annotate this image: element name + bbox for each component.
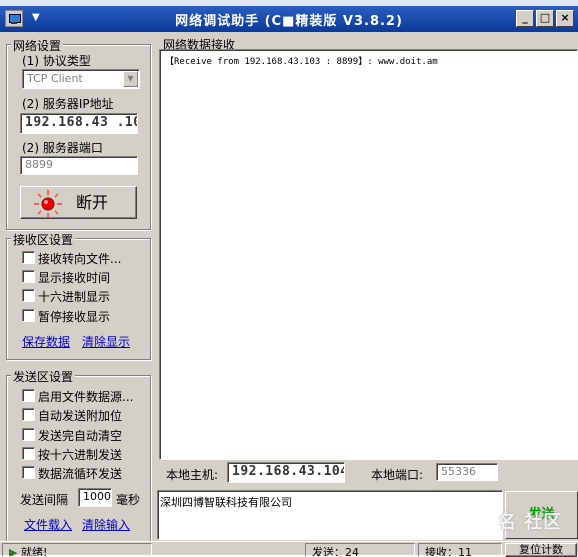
show-receive-time-checkbox[interactable] xyxy=(22,270,35,283)
local-host-field: 192.168.43.104 xyxy=(227,462,345,483)
maximize-button[interactable]: □ xyxy=(536,10,554,27)
receive-to-file-label: 接收转向文件... xyxy=(38,252,122,266)
server-ip-label: (2) 服务器IP地址 xyxy=(22,97,114,111)
auto-clear-label: 发送完自动清空 xyxy=(38,429,123,443)
show-receive-time-label: 显示接收时间 xyxy=(38,271,111,285)
title-bar[interactable]: ▼ 网络调试助手 (C■精装版 V3.8.2) _ □ × xyxy=(0,6,578,32)
receive-settings-label: 接收区设置 xyxy=(11,231,76,248)
send-text-area[interactable]: 深圳四博智联科技有限公司 xyxy=(157,490,503,540)
receive-log-line: 【Receive from 192.168.43.103 : 8899】: ww… xyxy=(165,57,438,67)
disconnect-button[interactable]: 断开 xyxy=(20,186,137,219)
status-ready-text: 就绪! xyxy=(20,546,48,557)
load-file-link[interactable]: 文件载入 xyxy=(24,516,72,533)
pause-display-checkbox[interactable] xyxy=(22,309,35,322)
server-port-field[interactable]: 8899 xyxy=(20,156,138,175)
server-ip-field[interactable]: 192.168.43 .103 xyxy=(20,113,138,134)
protocol-value: TCP Client xyxy=(27,72,83,85)
clear-display-link[interactable]: 清除显示 xyxy=(82,333,130,350)
connection-indicator-icon xyxy=(34,190,62,218)
server-port-label: (2) 服务器端口 xyxy=(22,141,103,155)
clear-input-link[interactable]: 清除输入 xyxy=(82,516,130,533)
window-title: 网络调试助手 (C■精装版 V3.8.2) xyxy=(175,14,403,29)
pause-display-label: 暂停接收显示 xyxy=(38,310,111,324)
save-data-link[interactable]: 保存数据 xyxy=(22,333,70,350)
watermark-text: 名 社区 xyxy=(498,512,563,533)
disconnect-label: 断开 xyxy=(76,193,109,212)
auto-clear-checkbox[interactable] xyxy=(22,428,35,441)
hex-display-label: 十六进制显示 xyxy=(38,290,111,304)
send-interval-label: 发送间隔 xyxy=(20,493,69,507)
send-text-content: 深圳四博智联科技有限公司 xyxy=(160,496,292,509)
minimize-button[interactable]: _ xyxy=(516,10,534,27)
protocol-select[interactable]: TCP Client ▼ xyxy=(22,69,140,89)
file-source-checkbox[interactable] xyxy=(22,389,35,402)
send-settings-label: 发送区设置 xyxy=(11,368,76,385)
hex-display-checkbox[interactable] xyxy=(22,289,35,302)
auto-append-checkbox[interactable] xyxy=(22,408,35,421)
protocol-type-label: (1) 协议类型 xyxy=(22,54,91,68)
close-button[interactable]: × xyxy=(556,10,574,27)
status-bar: ▶ 就绪! 发送：24 接收：11 复位计数 xyxy=(0,541,578,557)
local-port-field: 55336 xyxy=(436,463,498,481)
status-ready-icon: ▶ xyxy=(9,546,18,557)
send-interval-field[interactable]: 1000 xyxy=(78,488,112,507)
receive-to-file-checkbox[interactable] xyxy=(22,251,35,264)
receive-text-area[interactable]: 【Receive from 192.168.43.103 : 8899】: ww… xyxy=(159,49,578,460)
hex-send-checkbox[interactable] xyxy=(22,447,35,460)
auto-append-label: 自动发送附加位 xyxy=(38,409,123,423)
local-port-label: 本地端口: xyxy=(371,468,424,482)
chevron-down-icon[interactable]: ▼ xyxy=(123,71,138,87)
hex-send-label: 按十六进制发送 xyxy=(38,448,123,462)
local-host-label: 本地主机: xyxy=(166,468,219,482)
loop-send-label: 数据流循环发送 xyxy=(38,467,123,481)
send-interval-unit: 毫秒 xyxy=(116,493,141,507)
loop-send-checkbox[interactable] xyxy=(22,466,35,479)
file-source-label: 启用文件数据源... xyxy=(38,390,134,404)
